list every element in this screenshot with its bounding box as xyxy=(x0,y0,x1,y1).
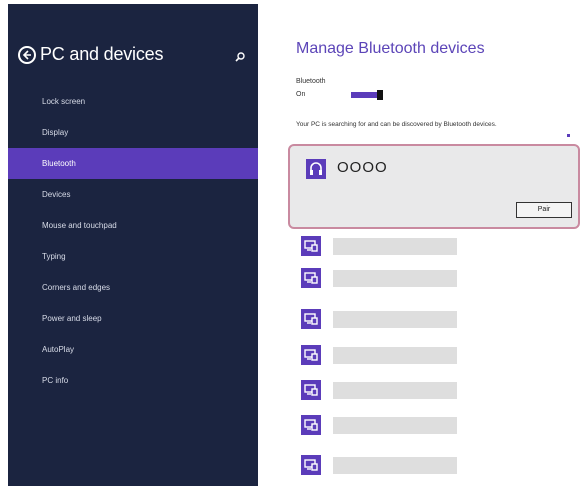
device-icon xyxy=(301,236,321,256)
pair-button[interactable]: Pair xyxy=(516,202,572,218)
device-name: OOOO xyxy=(337,159,388,176)
sidebar-item-label: AutoPlay xyxy=(42,345,75,354)
sidebar-item-label: Bluetooth xyxy=(42,159,76,168)
list-item[interactable] xyxy=(297,415,457,437)
sidebar-item-label: Power and sleep xyxy=(42,314,102,323)
device-name-placeholder xyxy=(333,270,457,287)
device-name-placeholder xyxy=(333,311,457,328)
search-icon[interactable] xyxy=(234,50,248,64)
sidebar-item-bluetooth[interactable]: Bluetooth xyxy=(8,148,258,179)
page-title: Manage Bluetooth devices xyxy=(296,40,485,57)
list-item[interactable] xyxy=(297,345,457,367)
list-item[interactable] xyxy=(297,236,457,258)
device-icon xyxy=(301,345,321,365)
device-icon xyxy=(301,309,321,329)
sidebar-item-power-and-sleep[interactable]: Power and sleep xyxy=(8,303,258,334)
selected-device-card[interactable]: OOOO Pair xyxy=(288,144,580,229)
toggle-track xyxy=(351,92,379,98)
bluetooth-toggle-label: Bluetooth xyxy=(296,78,326,85)
sidebar-item-label: Display xyxy=(42,128,69,137)
search-status-text: Your PC is searching for and can be disc… xyxy=(296,121,497,128)
sidebar-title: PC and devices xyxy=(40,44,164,64)
list-item[interactable] xyxy=(297,455,457,477)
sidebar-item-label: Lock screen xyxy=(42,97,86,106)
sidebar-item-label: Typing xyxy=(42,252,66,261)
sidebar-item-typing[interactable]: Typing xyxy=(8,241,258,272)
sidebar-item-label: Corners and edges xyxy=(42,283,111,292)
list-item[interactable] xyxy=(297,268,457,290)
sidebar-item-label: Devices xyxy=(42,190,71,199)
back-arrow-icon[interactable] xyxy=(18,46,36,64)
device-name-placeholder xyxy=(333,417,457,434)
list-item[interactable] xyxy=(297,380,457,402)
device-icon xyxy=(301,380,321,400)
device-name-placeholder xyxy=(333,238,457,255)
bluetooth-toggle-state: On xyxy=(296,91,306,98)
sidebar-item-pc-info[interactable]: PC info xyxy=(8,365,258,396)
list-item[interactable] xyxy=(297,309,457,331)
device-icon xyxy=(301,455,321,475)
device-name-placeholder xyxy=(333,382,457,399)
settings-sidebar: PC and devices Lock screen Display Bluet… xyxy=(8,4,258,486)
sidebar-header: PC and devices xyxy=(8,42,258,72)
device-name-placeholder xyxy=(333,347,457,364)
searching-progress-indicator xyxy=(567,134,570,137)
device-name-placeholder xyxy=(333,457,457,474)
sidebar-item-autoplay[interactable]: AutoPlay xyxy=(8,334,258,365)
toggle-thumb xyxy=(377,90,383,100)
sidebar-item-display[interactable]: Display xyxy=(8,117,258,148)
headphones-icon xyxy=(306,159,326,179)
device-icon xyxy=(301,268,321,288)
sidebar-item-mouse-and-touchpad[interactable]: Mouse and touchpad xyxy=(8,210,258,241)
device-icon xyxy=(301,415,321,435)
sidebar-item-label: Mouse and touchpad xyxy=(42,221,117,230)
sidebar-item-label: PC info xyxy=(42,376,69,385)
sidebar-item-devices[interactable]: Devices xyxy=(8,179,258,210)
bluetooth-toggle[interactable] xyxy=(351,90,383,100)
sidebar-item-lock-screen[interactable]: Lock screen xyxy=(8,86,258,117)
sidebar-item-corners-and-edges[interactable]: Corners and edges xyxy=(8,272,258,303)
